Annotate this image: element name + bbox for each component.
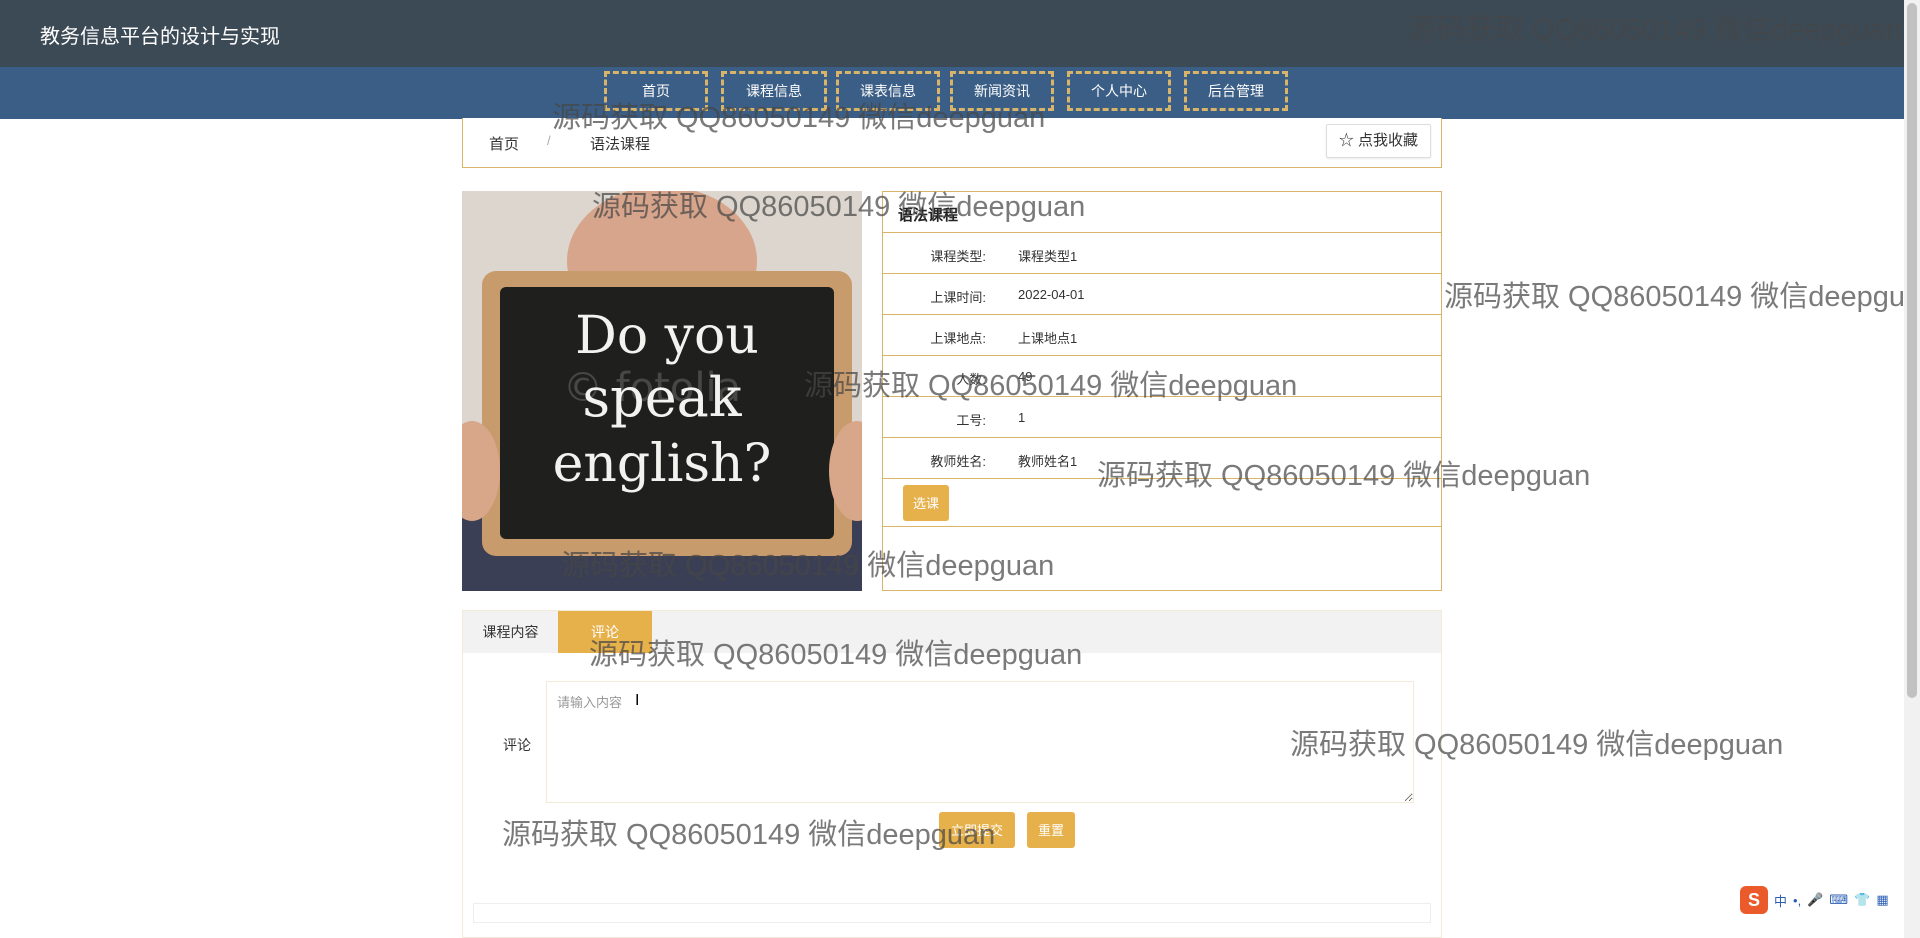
grid-menu-icon[interactable]: ▦ — [1876, 892, 1888, 908]
info-row: 上课地点: 上课地点1 — [883, 315, 1441, 356]
comment-list-area — [473, 903, 1431, 923]
info-value-time: 2022-04-01 — [1018, 287, 1085, 302]
course-photo-graphic: Do you speak english? © fotolia — [462, 191, 862, 591]
nav-home[interactable]: 首页 — [604, 71, 708, 111]
keyboard-icon[interactable]: ⌨ — [1829, 892, 1848, 908]
comment-label: 评论 — [503, 737, 531, 753]
site-title: 教务信息平台的设计与实现 — [40, 26, 280, 48]
image-watermark: © fotolia — [563, 365, 741, 411]
tab-bar: 课程内容 评论 — [463, 611, 1441, 653]
ime-punctuation-icon[interactable]: •, — [1793, 893, 1801, 908]
info-value-count: 49 — [1018, 369, 1033, 384]
favorite-button[interactable]: ☆ 点我收藏 — [1325, 124, 1431, 158]
nav-personal-center[interactable]: 个人中心 — [1067, 71, 1171, 111]
course-info-table: 语法课程 课程类型: 课程类型1 上课时间: 2022-04-01 上课地点: … — [882, 191, 1442, 591]
info-label-count: 人数: — [956, 372, 986, 387]
ime-chinese-mode[interactable]: 中 — [1774, 891, 1787, 910]
sogou-logo-icon[interactable]: S — [1740, 886, 1768, 914]
chalkboard-text-line3: english? — [553, 434, 772, 494]
tabs-panel: 课程内容 评论 评论 立即提交 重置 — [462, 610, 1442, 938]
nav-news[interactable]: 新闻资讯 — [950, 71, 1054, 111]
info-label-time: 上课时间: — [930, 290, 986, 305]
info-label-location: 上课地点: — [930, 331, 986, 346]
nav-schedule-info[interactable]: 课表信息 — [836, 71, 940, 111]
info-row: 人数: 49 — [883, 356, 1441, 397]
reset-button[interactable]: 重置 — [1027, 812, 1075, 848]
main-nav: 首页 课程信息 课表信息 新闻资讯 个人中心 后台管理 — [0, 67, 1904, 119]
course-name-row: 语法课程 — [883, 192, 1441, 233]
info-value-location: 上课地点1 — [1018, 331, 1078, 346]
scrollbar-thumb[interactable] — [1907, 3, 1917, 698]
info-row: 上课时间: 2022-04-01 — [883, 274, 1441, 315]
comment-input[interactable] — [546, 681, 1414, 803]
nav-course-info[interactable]: 课程信息 — [721, 71, 827, 111]
breadcrumb-home[interactable]: 首页 — [489, 133, 519, 154]
tab-course-content[interactable]: 课程内容 — [463, 611, 558, 653]
text-cursor-icon: I — [635, 692, 640, 709]
nav-admin[interactable]: 后台管理 — [1184, 71, 1288, 111]
microphone-icon[interactable]: 🎤 — [1807, 892, 1823, 908]
info-label-staff-id: 工号: — [956, 413, 986, 428]
submit-button[interactable]: 立即提交 — [939, 812, 1015, 848]
breadcrumb-separator: / — [547, 133, 551, 148]
select-course-button[interactable]: 选课 — [903, 485, 949, 521]
info-value-staff-id: 1 — [1018, 410, 1026, 425]
select-course-row: 选课 — [883, 479, 1441, 527]
tab-comment[interactable]: 评论 — [558, 611, 652, 653]
ime-toolbar[interactable]: S 中 •, 🎤 ⌨ 👕 ▦ — [1740, 886, 1889, 914]
course-image: Do you speak english? © fotolia — [462, 191, 862, 591]
breadcrumb: 首页 / 语法课程 ☆ 点我收藏 — [462, 118, 1442, 168]
info-row: 工号: 1 — [883, 397, 1441, 438]
top-header: 教务信息平台的设计与实现 — [0, 0, 1904, 67]
chalkboard-text-line1: Do you — [575, 306, 759, 366]
breadcrumb-current: 语法课程 — [590, 136, 651, 153]
info-value-type: 课程类型1 — [1018, 249, 1078, 264]
skin-icon[interactable]: 👕 — [1854, 892, 1870, 908]
info-row: 教师姓名: 教师姓名1 — [883, 438, 1441, 479]
info-label-type: 课程类型: — [930, 249, 986, 264]
page-scrollbar[interactable] — [1904, 0, 1920, 938]
info-row: 课程类型: 课程类型1 — [883, 233, 1441, 274]
course-name: 语法课程 — [898, 207, 959, 224]
info-label-teacher: 教师姓名: — [930, 454, 986, 469]
info-value-teacher: 教师姓名1 — [1018, 454, 1078, 469]
watermark: 源码获取 QQ86050149 微信deepguan — [1444, 281, 1920, 313]
